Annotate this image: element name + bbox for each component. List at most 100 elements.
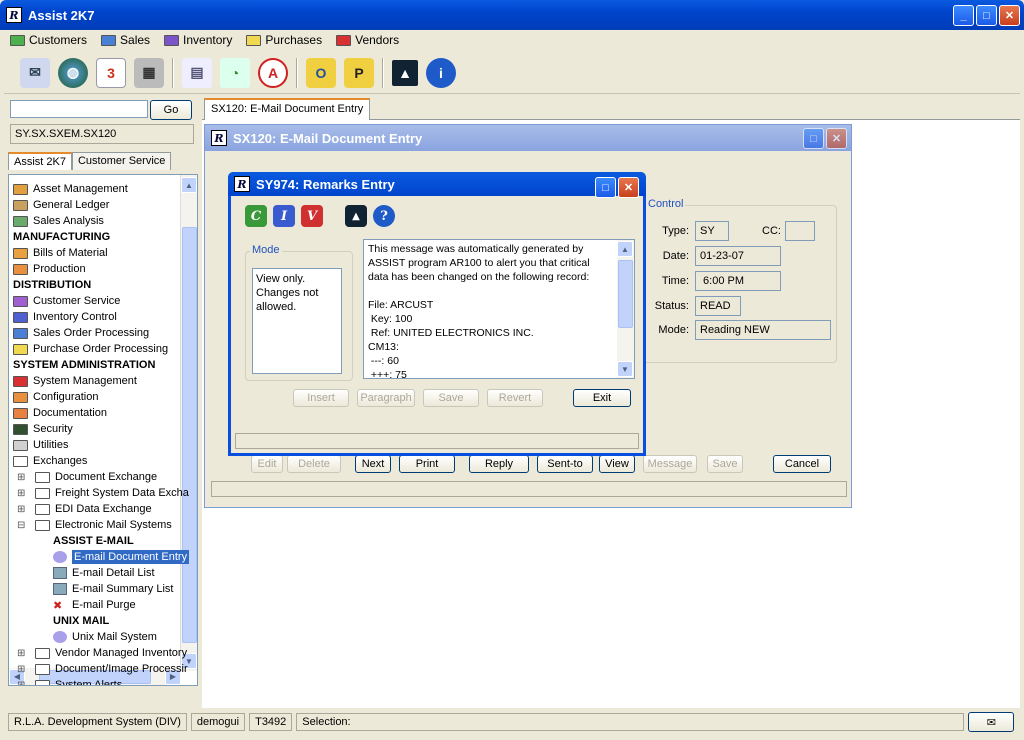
- tree-item[interactable]: E-mail Detail List: [53, 565, 155, 581]
- date-field[interactable]: 01-23-07: [695, 246, 781, 266]
- scroll-up-arrow-icon[interactable]: ▲: [181, 177, 197, 193]
- outlook-icon[interactable]: O: [306, 57, 336, 88]
- sx120-sent-to-button[interactable]: Sent-to: [537, 455, 593, 473]
- tree-item[interactable]: ✖ E-mail Purge: [53, 597, 136, 613]
- sy974-insert-button[interactable]: Insert: [293, 389, 349, 407]
- tree-item[interactable]: Documentation: [13, 405, 107, 421]
- info-icon[interactable]: i: [426, 57, 456, 88]
- sy974-close-button[interactable]: ✕: [618, 177, 639, 198]
- expand-icon[interactable]: ⊞: [17, 664, 29, 675]
- tree-item[interactable]: Utilities: [13, 437, 68, 453]
- msg-scroll-up-icon[interactable]: ▲: [617, 241, 633, 257]
- sy974-paragraph-button[interactable]: Paragraph: [357, 389, 415, 407]
- tree-item[interactable]: Security: [13, 421, 73, 437]
- tree-item[interactable]: ⊞ Vendor Managed Inventory: [17, 645, 187, 661]
- tree-item[interactable]: Bills of Material: [13, 245, 108, 261]
- help-icon[interactable]: ?: [373, 205, 395, 227]
- image-icon[interactable]: ▲: [392, 59, 418, 86]
- msg-scroll-thumb[interactable]: [618, 260, 633, 328]
- menu-inventory[interactable]: Inventory: [164, 33, 232, 47]
- sx120-print-button[interactable]: Print: [399, 455, 455, 473]
- document-icon[interactable]: ▤: [182, 57, 212, 88]
- sx120-maximize-button[interactable]: □: [803, 128, 824, 149]
- tree-item[interactable]: ⊞ EDI Data Exchange: [17, 501, 152, 517]
- msg-scroll-down-icon[interactable]: ▼: [617, 361, 633, 377]
- minimize-button[interactable]: _: [953, 5, 974, 26]
- p-icon[interactable]: P: [344, 57, 374, 88]
- sx120-reply-button[interactable]: Reply: [469, 455, 529, 473]
- status-field[interactable]: READ: [695, 296, 741, 316]
- tab-assist-2k7[interactable]: Assist 2K7: [8, 152, 72, 170]
- expand-icon[interactable]: ⊞: [17, 680, 29, 686]
- i-icon[interactable]: I: [273, 205, 295, 227]
- image-icon[interactable]: ▲: [345, 205, 367, 227]
- tree-item[interactable]: General Ledger: [13, 197, 109, 213]
- tree-item[interactable]: ⊞ Document Exchange: [17, 469, 157, 485]
- tree-item[interactable]: Configuration: [13, 389, 98, 405]
- globe-icon[interactable]: ◍: [58, 57, 88, 88]
- message-textarea[interactable]: This message was automatically generated…: [363, 239, 635, 379]
- sx120-edit-button[interactable]: Edit: [251, 455, 283, 473]
- tree-item[interactable]: Unix Mail System: [53, 629, 157, 645]
- sx120-save-button[interactable]: Save: [707, 455, 743, 473]
- time-field[interactable]: 6:00 PM: [695, 271, 781, 291]
- sx120-cancel-button[interactable]: Cancel: [773, 455, 831, 473]
- v-icon[interactable]: V: [301, 205, 323, 227]
- expand-icon[interactable]: ⊞: [17, 648, 29, 659]
- mail-icon[interactable]: ✉: [20, 57, 50, 88]
- folder-icon: [35, 503, 50, 515]
- cc-field[interactable]: [785, 221, 815, 241]
- tree-item[interactable]: Sales Order Processing: [13, 325, 149, 341]
- cc-label: CC:: [762, 225, 781, 237]
- menu-sales[interactable]: Sales: [101, 33, 150, 47]
- sy974-maximize-button[interactable]: □: [595, 177, 616, 198]
- mode-field[interactable]: Reading NEW: [695, 320, 831, 340]
- tree-item[interactable]: Customer Service: [13, 293, 120, 309]
- tree-item[interactable]: Inventory Control: [13, 309, 117, 325]
- sy974-save-button[interactable]: Save: [423, 389, 479, 407]
- sy974-revert-button[interactable]: Revert: [487, 389, 543, 407]
- expand-icon[interactable]: ⊞: [17, 504, 29, 515]
- menu-purchases[interactable]: Purchases: [246, 33, 322, 47]
- tree-vertical-scrollbar[interactable]: ▲ ▼: [180, 175, 197, 671]
- close-button[interactable]: ✕: [999, 5, 1020, 26]
- tree-item[interactable]: ⊞ System Alerts: [17, 677, 122, 686]
- go-button[interactable]: Go: [150, 100, 192, 120]
- type-field[interactable]: SY: [695, 221, 729, 241]
- c-icon[interactable]: C: [245, 205, 267, 227]
- scroll-thumb[interactable]: [182, 227, 197, 643]
- acrobat-icon[interactable]: A: [258, 57, 288, 88]
- tree-item[interactable]: ⊟ Electronic Mail Systems: [17, 517, 172, 533]
- chart-icon[interactable]: ◔: [220, 57, 250, 88]
- tree-item[interactable]: E-mail Summary List: [53, 581, 173, 597]
- sy974-exit-button[interactable]: Exit: [573, 389, 631, 407]
- calendar-icon[interactable]: 3: [96, 57, 126, 88]
- tree-item[interactable]: Production: [13, 261, 86, 277]
- maximize-button[interactable]: □: [976, 5, 997, 26]
- tree-item[interactable]: Asset Management: [13, 181, 128, 197]
- tree-item[interactable]: Exchanges: [13, 453, 87, 469]
- tree-item[interactable]: Sales Analysis: [13, 213, 104, 229]
- sx120-view-button[interactable]: View: [599, 455, 635, 473]
- sx120-title: SX120: E-Mail Document Entry: [233, 130, 423, 146]
- tree-item[interactable]: System Management: [13, 373, 137, 389]
- message-scrollbar[interactable]: ▲ ▼: [617, 240, 634, 378]
- tab-customer-service[interactable]: Customer Service: [71, 152, 172, 170]
- sx120-next-button[interactable]: Next: [355, 455, 391, 473]
- expand-icon[interactable]: ⊞: [17, 472, 29, 483]
- menu-vendors[interactable]: Vendors: [336, 33, 399, 47]
- tree-item[interactable]: E-mail Document Entry: [53, 549, 190, 565]
- expand-icon[interactable]: ⊞: [17, 488, 29, 499]
- tree-item[interactable]: ⊞ Freight System Data Excha: [17, 485, 189, 501]
- mail-status-icon[interactable]: ✉: [968, 712, 1015, 732]
- expand-icon[interactable]: ⊟: [17, 520, 29, 531]
- search-input[interactable]: [10, 100, 148, 118]
- sx120-close-button[interactable]: ✕: [826, 128, 847, 149]
- tree-item[interactable]: Purchase Order Processing: [13, 341, 168, 357]
- sx120-delete-button[interactable]: Delete: [287, 455, 341, 473]
- sx120-message-button[interactable]: Message: [643, 455, 697, 473]
- tab-sx120[interactable]: SX120: E-Mail Document Entry: [204, 98, 371, 120]
- tree-item[interactable]: ⊞ Document/Image Processir: [17, 661, 188, 677]
- calculator-icon[interactable]: ▦: [134, 57, 164, 88]
- menu-customers[interactable]: Customers: [10, 33, 87, 47]
